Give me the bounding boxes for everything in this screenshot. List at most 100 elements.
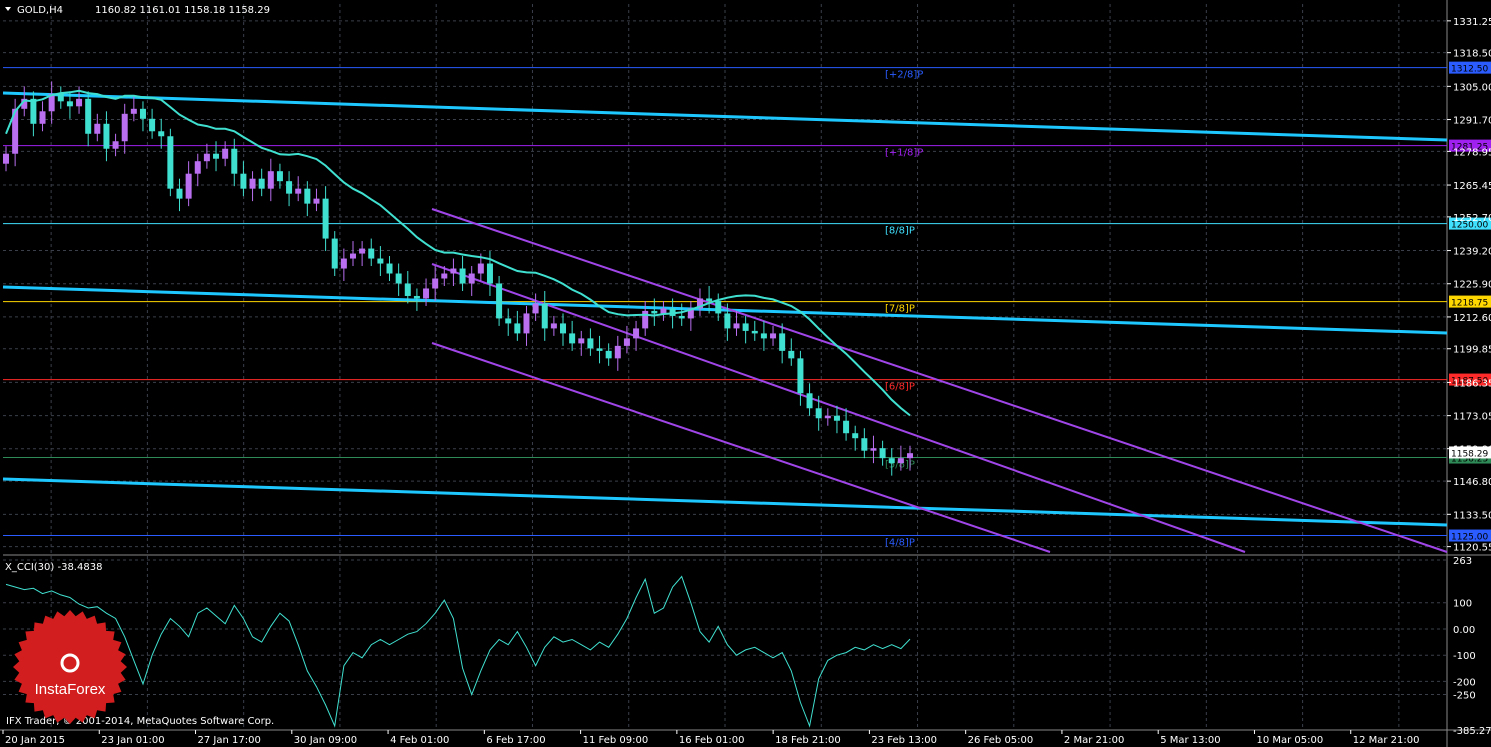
price-tick-label: 1225.90 [1453,280,1491,291]
price-tick-label: 1173.05 [1453,412,1491,423]
candle-body [185,173,192,199]
candle-body [249,178,256,189]
price-tick-label: 1305.00 [1453,82,1491,93]
murrey-level-label: [4/8]P [885,538,915,549]
price-tick-label: 1331.25 [1453,17,1491,28]
candle-body [833,415,840,421]
candle-body [514,323,521,334]
price-tick-label: 1146.80 [1453,477,1491,488]
price-tick-label: 1133.50 [1453,510,1491,521]
candle-body [633,328,640,339]
candle-body [861,438,868,451]
candle-body [3,153,9,164]
cci-tick-label: -250 [1453,691,1476,702]
cci-tick-label: 100 [1453,599,1472,610]
current-price-label: 1158.29 [1451,449,1488,459]
price-tag-text: 1125.00 [1451,533,1488,543]
candle-body [779,333,786,351]
candle-body [642,310,649,329]
time-tick-label: 10 Mar 05:00 [1256,735,1323,746]
time-tick-label: 30 Jan 09:00 [294,735,357,746]
cci-tick-label: -100 [1453,651,1476,662]
time-tick-label: 5 Mar 13:00 [1160,735,1220,746]
candle-body [139,108,146,119]
murrey-level-label: [+1/8]P [885,148,923,159]
candle-body [167,136,174,189]
candle-body [907,453,913,459]
candle-body [541,303,548,329]
candle-body [322,198,329,239]
candle-body [66,101,73,107]
candle-body [76,98,83,107]
candle-body [843,420,850,434]
murrey-level-label: [8/8]P [885,226,915,237]
candle-body [897,458,904,464]
candle-body [888,458,895,464]
logo-text: InstaForex [35,681,106,698]
candle-body [706,298,713,301]
murrey-level-label: [7/8]P [885,304,915,315]
candle-body [770,333,777,339]
candle-body [240,173,247,189]
candle-body [459,268,466,284]
candle-body [304,188,311,204]
candle-body [267,171,274,189]
candle-body [870,448,877,451]
candle-body [623,338,630,346]
price-tag-text: 1218.75 [1451,299,1488,309]
candle-body [505,318,512,324]
candle-body [39,111,46,124]
price-tick-label: 1239.20 [1453,247,1491,258]
candle-body [295,188,302,194]
candle-body [395,273,402,284]
candle-body [569,333,576,344]
murrey-level-label: [6/8]P [885,382,915,393]
time-tick-label: 26 Feb 05:00 [968,735,1034,746]
price-tick-label: 1212.60 [1453,313,1491,324]
cci-tick-label: -385.2709 [1453,726,1491,737]
candle-body [30,98,37,124]
candle-body [130,108,137,114]
candle-body [349,253,356,259]
candle-body [596,348,603,351]
candle-body [587,338,594,349]
candle-body [660,308,667,314]
time-tick-label: 6 Feb 17:00 [486,735,545,746]
candle-body [222,148,229,159]
candle-body [678,315,685,319]
time-tick-label: 12 Mar 21:00 [1353,735,1420,746]
time-tick-label: 23 Feb 13:00 [871,735,937,746]
candle-body [797,358,804,394]
price-tick-label: 1291.70 [1453,116,1491,127]
candle-body [149,118,156,132]
time-tick-label: 18 Feb 21:00 [775,735,841,746]
candle-body [103,123,110,149]
candle-body [158,131,165,137]
candle-body [57,93,64,102]
candle-body [386,263,393,274]
time-tick-label: 4 Feb 01:00 [390,735,449,746]
candle-body [477,263,484,274]
candle-body [724,313,731,329]
candle-body [614,345,621,359]
candle-body [560,323,567,334]
candle-body [194,161,201,174]
cci-title: X_CCI(30) -38.4838 [5,562,102,573]
candle-body [313,198,320,204]
chart-background [0,0,1491,747]
candle-body [432,278,439,289]
time-tick-label: 2 Mar 21:00 [1064,735,1124,746]
candle-body [85,98,92,134]
price-tick-label: 1186.35 [1453,378,1491,389]
candle-body [760,333,767,339]
candle-body [651,310,658,314]
candle-body [258,178,265,189]
candle-body [94,123,101,134]
candle-body [213,153,220,159]
candle-body [276,171,283,182]
candle-body [231,148,238,174]
candle-body [733,323,740,329]
symbol-title: GOLD,H4 [17,5,63,16]
candle-body [368,248,375,259]
candle-body [742,323,749,331]
